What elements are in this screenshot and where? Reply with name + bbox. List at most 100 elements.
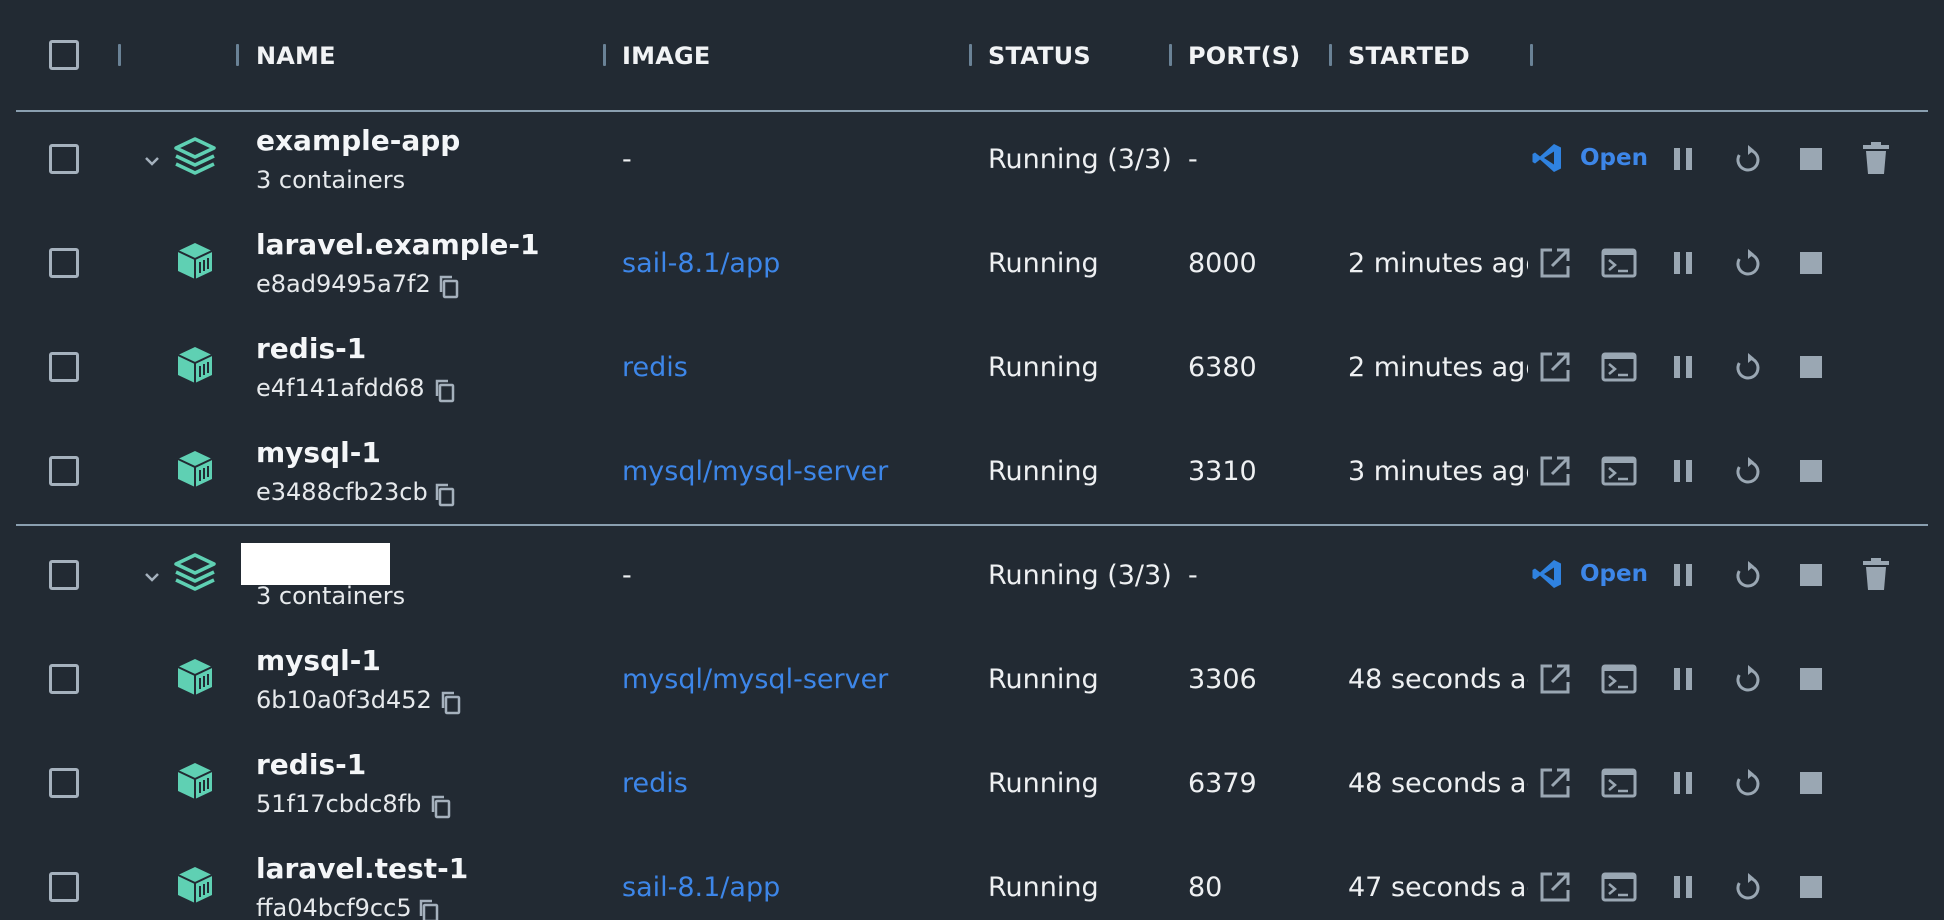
chevron-down-icon[interactable]	[141, 566, 163, 588]
group-name[interactable]: example-app	[256, 124, 460, 157]
container-name[interactable]: redis-1	[256, 748, 366, 781]
column-resize-handle[interactable]	[969, 44, 972, 66]
container-status: Running	[988, 248, 1099, 279]
restart-icon[interactable]	[1732, 456, 1764, 488]
container-image-link[interactable]: mysql/mysql-server	[622, 456, 888, 487]
stop-icon[interactable]	[1796, 248, 1826, 278]
restart-icon[interactable]	[1732, 144, 1764, 176]
copy-icon[interactable]	[428, 794, 454, 820]
pause-icon[interactable]	[1668, 352, 1698, 382]
vscode-icon[interactable]	[1530, 557, 1564, 591]
restart-icon[interactable]	[1732, 768, 1764, 800]
row-checkbox[interactable]	[49, 248, 79, 278]
row-checkbox[interactable]	[49, 872, 79, 902]
group-row[interactable]: 3 containers - Running (3/3) - Open	[0, 536, 1944, 620]
trash-icon[interactable]	[1860, 141, 1892, 175]
copy-icon[interactable]	[416, 898, 442, 920]
terminal-icon[interactable]	[1600, 870, 1638, 904]
stop-icon[interactable]	[1796, 456, 1826, 486]
row-checkbox[interactable]	[49, 456, 79, 486]
table-row[interactable]: mysql-1 e3488cfb23cb mysql/mysql-server …	[0, 432, 1944, 516]
restart-icon[interactable]	[1732, 560, 1764, 592]
copy-icon[interactable]	[432, 378, 458, 404]
container-name[interactable]: mysql-1	[256, 436, 381, 469]
copy-icon[interactable]	[438, 690, 464, 716]
column-header-image[interactable]: IMAGE	[622, 42, 710, 70]
restart-icon[interactable]	[1732, 664, 1764, 696]
table-row[interactable]: laravel.example-1 e8ad9495a7f2 sail-8.1/…	[0, 224, 1944, 308]
table-row[interactable]: mysql-1 6b10a0f3d452 mysql/mysql-server …	[0, 640, 1944, 724]
pause-icon[interactable]	[1668, 144, 1698, 174]
container-name[interactable]: redis-1	[256, 332, 366, 365]
group-status: Running (3/3)	[988, 560, 1172, 591]
stop-icon[interactable]	[1796, 352, 1826, 382]
row-checkbox[interactable]	[49, 768, 79, 798]
terminal-icon[interactable]	[1600, 350, 1638, 384]
copy-icon[interactable]	[432, 482, 458, 508]
select-all-checkbox[interactable]	[49, 40, 79, 70]
chevron-down-icon[interactable]	[141, 150, 163, 172]
open-in-vscode-button[interactable]: Open	[1580, 561, 1648, 587]
open-external-icon[interactable]	[1538, 246, 1572, 280]
container-cube-icon	[177, 451, 213, 487]
pause-icon[interactable]	[1668, 872, 1698, 902]
container-image-link[interactable]: redis	[622, 768, 688, 799]
group-image: -	[622, 144, 632, 175]
terminal-icon[interactable]	[1600, 454, 1638, 488]
table-row[interactable]: redis-1 e4f141afdd68 redis Running 6380 …	[0, 328, 1944, 412]
stop-icon[interactable]	[1796, 664, 1826, 694]
column-resize-handle[interactable]	[118, 44, 121, 66]
stop-icon[interactable]	[1796, 560, 1826, 590]
pause-icon[interactable]	[1668, 456, 1698, 486]
table-row[interactable]: redis-1 51f17cbdc8fb redis Running 6379 …	[0, 744, 1944, 828]
copy-icon[interactable]	[436, 274, 462, 300]
terminal-icon[interactable]	[1600, 766, 1638, 800]
pause-icon[interactable]	[1668, 664, 1698, 694]
stop-icon[interactable]	[1796, 872, 1826, 902]
column-resize-handle[interactable]	[236, 44, 239, 66]
restart-icon[interactable]	[1732, 248, 1764, 280]
column-header-ports[interactable]: PORT(S)	[1188, 42, 1300, 70]
terminal-icon[interactable]	[1600, 662, 1638, 696]
container-image-link[interactable]: redis	[622, 352, 688, 383]
column-header-status[interactable]: STATUS	[988, 42, 1091, 70]
column-header-started[interactable]: STARTED	[1348, 42, 1470, 70]
open-external-icon[interactable]	[1538, 870, 1572, 904]
container-image-link[interactable]: sail-8.1/app	[622, 872, 780, 903]
open-external-icon[interactable]	[1538, 350, 1572, 384]
group-row[interactable]: example-app 3 containers - Running (3/3)…	[0, 120, 1944, 204]
column-resize-handle[interactable]	[1329, 44, 1332, 66]
stop-icon[interactable]	[1796, 768, 1826, 798]
pause-icon[interactable]	[1668, 768, 1698, 798]
row-checkbox[interactable]	[49, 144, 79, 174]
column-resize-handle[interactable]	[1169, 44, 1172, 66]
column-header-name[interactable]: NAME	[256, 42, 336, 70]
open-external-icon[interactable]	[1538, 454, 1572, 488]
open-in-vscode-button[interactable]: Open	[1580, 145, 1648, 171]
container-name[interactable]: laravel.example-1	[256, 228, 540, 261]
row-checkbox[interactable]	[49, 664, 79, 694]
container-name[interactable]: laravel.test-1	[256, 852, 468, 885]
open-external-icon[interactable]	[1538, 766, 1572, 800]
row-checkbox[interactable]	[49, 560, 79, 590]
open-external-icon[interactable]	[1538, 662, 1572, 696]
trash-icon[interactable]	[1860, 557, 1892, 591]
container-started: 2 minutes ago	[1348, 352, 1528, 383]
row-checkbox[interactable]	[49, 352, 79, 382]
pause-icon[interactable]	[1668, 248, 1698, 278]
vscode-icon[interactable]	[1530, 141, 1564, 175]
column-resize-handle[interactable]	[603, 44, 606, 66]
container-started: 48 seconds ago	[1348, 768, 1528, 799]
restart-icon[interactable]	[1732, 872, 1764, 904]
container-image-link[interactable]: mysql/mysql-server	[622, 664, 888, 695]
container-image-link[interactable]: sail-8.1/app	[622, 248, 780, 279]
column-resize-handle[interactable]	[1530, 44, 1533, 66]
table-row[interactable]: laravel.test-1 ffa04bcf9cc5 sail-8.1/app…	[0, 848, 1944, 920]
pause-icon[interactable]	[1668, 560, 1698, 590]
stop-icon[interactable]	[1796, 144, 1826, 174]
container-started: 2 minutes ago	[1348, 248, 1528, 279]
container-name[interactable]: mysql-1	[256, 644, 381, 677]
restart-icon[interactable]	[1732, 352, 1764, 384]
terminal-icon[interactable]	[1600, 246, 1638, 280]
container-id: e3488cfb23cb	[256, 478, 428, 506]
